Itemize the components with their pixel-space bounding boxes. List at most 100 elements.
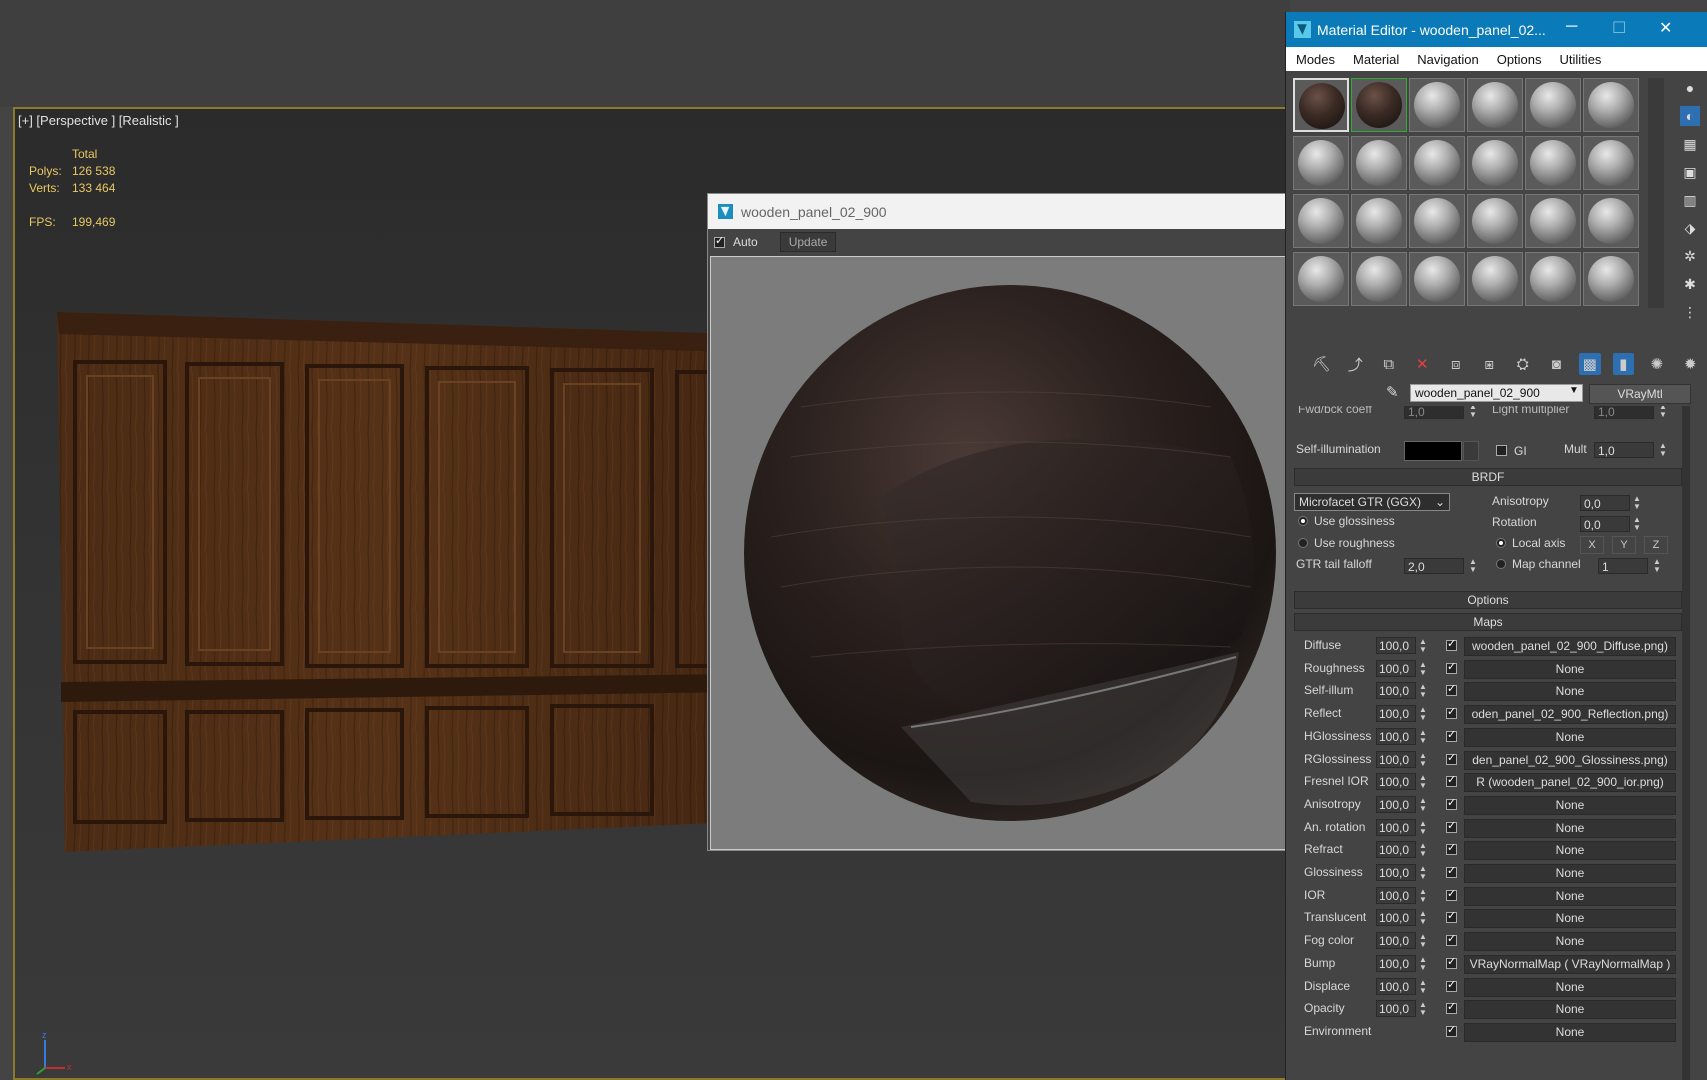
material-preview-window[interactable]: wooden_panel_02_900 ✕ Auto Update	[707, 193, 1312, 851]
map-slot-button[interactable]: None	[1464, 795, 1676, 815]
map-channel-radio[interactable]	[1496, 559, 1506, 569]
map-channel-spinner[interactable]: 1	[1598, 558, 1648, 574]
map-slot-button[interactable]: None	[1464, 864, 1676, 883]
map-enable-checkbox[interactable]	[1446, 773, 1457, 788]
preview-titlebar[interactable]: wooden_panel_02_900 ✕	[708, 194, 1311, 229]
map-enable-checkbox[interactable]	[1446, 728, 1457, 742]
map-slot-button[interactable]: None	[1464, 886, 1676, 906]
map-enable-checkbox[interactable]	[1446, 1000, 1457, 1015]
map-enable-checkbox[interactable]	[1446, 682, 1457, 697]
uv-tiling-icon[interactable]: ▣	[1680, 162, 1700, 182]
map-enable-checkbox[interactable]	[1446, 978, 1457, 992]
spinner-arrows-icon[interactable]: ▲ ▼	[1418, 706, 1428, 722]
spinner-arrows-icon[interactable]: ▲ ▼	[1418, 933, 1428, 949]
preview-render-area[interactable]	[710, 256, 1310, 850]
chevron-down-icon[interactable]: ▼	[1569, 385, 1579, 396]
brdf-type-dropdown[interactable]: Microfacet GTR (GGX) ⌄	[1294, 493, 1450, 511]
spinner-arrows-icon[interactable]: ▲ ▼	[1658, 442, 1668, 458]
sample-slot[interactable]	[1525, 78, 1581, 132]
material-navigator-icon[interactable]: ⋮	[1680, 302, 1700, 322]
put-to-scene-icon[interactable]: ⤴	[1345, 353, 1367, 375]
map-slot-button[interactable]: wooden_panel_02_900_Diffuse.png)	[1464, 637, 1676, 656]
map-amount-spinner[interactable]: 100,0	[1376, 864, 1416, 881]
copy-material-icon[interactable]: ⧈	[1445, 353, 1467, 375]
get-material-icon[interactable]: ⛏	[1311, 353, 1333, 375]
map-slot-button[interactable]: None	[1464, 977, 1676, 997]
sample-slot[interactable]	[1583, 78, 1639, 132]
map-enable-checkbox[interactable]	[1446, 796, 1457, 810]
map-amount-spinner[interactable]: 100,0	[1376, 682, 1416, 700]
spinner-arrows-icon[interactable]: ▲ ▼	[1632, 516, 1642, 532]
map-amount-spinner[interactable]: 100,0	[1376, 705, 1416, 723]
light-multiplier-spinner[interactable]: 1,0	[1594, 406, 1654, 419]
spinner-arrows-icon[interactable]: ▲ ▼	[1418, 865, 1428, 881]
backlight-icon[interactable]: ◐	[1680, 106, 1700, 126]
spinner-arrows-icon[interactable]: ▲ ▼	[1418, 683, 1428, 699]
map-enable-checkbox[interactable]	[1446, 637, 1457, 651]
map-amount-spinner[interactable]: 100,0	[1376, 886, 1416, 904]
map-amount-spinner[interactable]: 100,0	[1376, 773, 1416, 791]
material-id-channel-icon[interactable]: ◙	[1546, 353, 1568, 375]
spinner-arrows-icon[interactable]: ▲ ▼	[1418, 842, 1428, 858]
video-color-check-icon[interactable]: ▥	[1680, 190, 1700, 210]
spinner-arrows-icon[interactable]: ▲ ▼	[1632, 495, 1642, 511]
anisotropy-spinner[interactable]: 0,0	[1580, 495, 1630, 511]
map-slot-button[interactable]: VRayNormalMap ( VRayNormalMap )	[1464, 954, 1676, 974]
map-amount-spinner[interactable]: 100,0	[1376, 750, 1416, 768]
map-enable-checkbox[interactable]	[1446, 887, 1457, 901]
sample-slot[interactable]	[1351, 136, 1407, 190]
maximize-icon[interactable]: ☐	[1612, 18, 1626, 38]
spinner-arrows-icon[interactable]: ▲ ▼	[1418, 774, 1428, 790]
map-slot-button[interactable]: None	[1464, 727, 1676, 747]
axis-z-button[interactable]: Z	[1644, 536, 1668, 554]
spinner-arrows-icon[interactable]: ▲ ▼	[1418, 819, 1428, 836]
auto-checkbox[interactable]	[714, 234, 725, 248]
map-slot-button[interactable]: None	[1464, 818, 1676, 838]
map-slot-button[interactable]: den_panel_02_900_Glossiness.png)	[1464, 750, 1676, 770]
map-amount-spinner[interactable]: 100,0	[1376, 818, 1416, 836]
map-slot-button[interactable]: None	[1464, 841, 1676, 861]
make-unique-icon[interactable]: ⧆	[1479, 353, 1501, 375]
local-axis-radio[interactable]	[1496, 538, 1506, 548]
map-amount-spinner[interactable]: 100,0	[1376, 659, 1416, 677]
map-amount-spinner[interactable]: 100,0	[1376, 637, 1416, 654]
spinner-arrows-icon[interactable]: ▲ ▼	[1658, 406, 1668, 419]
map-enable-checkbox[interactable]	[1446, 932, 1457, 947]
options-icon[interactable]: ✲	[1680, 246, 1700, 266]
spinner-arrows-icon[interactable]: ▲ ▼	[1418, 660, 1428, 677]
self-illum-map-button[interactable]	[1463, 441, 1479, 461]
minimize-icon[interactable]: ─	[1566, 18, 1577, 36]
wooden-wall-model[interactable]	[57, 312, 737, 852]
sample-slot[interactable]	[1293, 136, 1349, 190]
sample-slot[interactable]	[1583, 194, 1639, 248]
sample-slot[interactable]	[1351, 252, 1407, 306]
fwd-bck-spinner[interactable]: 1,0	[1404, 406, 1464, 419]
show-shaded-material-icon[interactable]: ▩	[1579, 353, 1601, 375]
spinner-arrows-icon[interactable]: ▲ ▼	[1418, 955, 1428, 972]
map-enable-checkbox[interactable]	[1446, 909, 1457, 924]
self-illum-color-swatch[interactable]	[1404, 441, 1462, 461]
map-enable-checkbox[interactable]	[1446, 955, 1457, 969]
spinner-arrows-icon[interactable]: ▲ ▼	[1418, 978, 1428, 995]
map-slot-button[interactable]: None	[1464, 1000, 1676, 1020]
reset-map-icon[interactable]: ✕	[1412, 353, 1434, 375]
spinner-arrows-icon[interactable]: ▲ ▼	[1418, 751, 1428, 768]
map-amount-spinner[interactable]: 100,0	[1376, 727, 1416, 745]
spinner-arrows-icon[interactable]: ▲ ▼	[1418, 887, 1428, 904]
put-to-library-icon[interactable]: ⛭	[1512, 353, 1534, 375]
map-enable-checkbox[interactable]	[1446, 841, 1457, 856]
map-amount-spinner[interactable]: 100,0	[1376, 909, 1416, 927]
assign-to-selection-icon[interactable]: ⧉	[1378, 353, 1400, 375]
map-amount-spinner[interactable]: 100,0	[1376, 932, 1416, 950]
map-enable-checkbox[interactable]	[1446, 660, 1457, 674]
slots-scrollbar[interactable]	[1648, 78, 1664, 308]
use-roughness-radio[interactable]	[1298, 538, 1308, 548]
sample-slot[interactable]	[1409, 78, 1465, 132]
maps-rollout[interactable]: Maps	[1294, 613, 1682, 631]
spinner-arrows-icon[interactable]: ▲ ▼	[1418, 910, 1428, 926]
close-icon[interactable]: ✕	[1659, 18, 1672, 38]
menu-options[interactable]: Options	[1497, 52, 1542, 67]
spinner-arrows-icon[interactable]: ▲ ▼	[1418, 1001, 1428, 1017]
parameters-scrollbar[interactable]	[1682, 406, 1690, 1080]
map-enable-checkbox[interactable]	[1446, 864, 1457, 878]
